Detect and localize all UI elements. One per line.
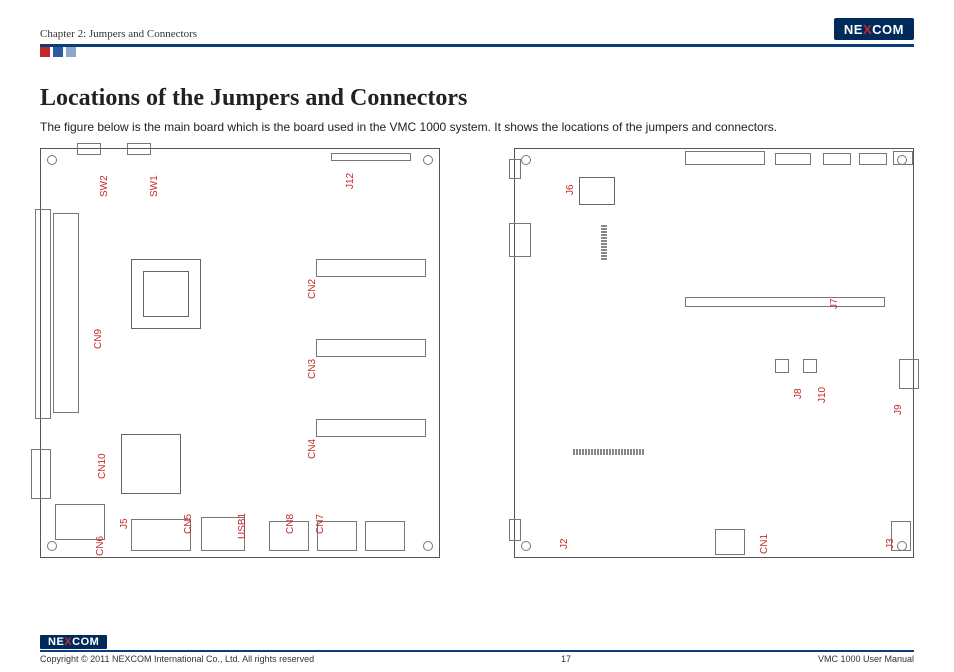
label-cn8: CN8 xyxy=(285,514,296,534)
label-j8: J8 xyxy=(793,388,804,399)
copyright: Copyright © 2011 NEXCOM International Co… xyxy=(40,654,314,664)
label-cn2: CN2 xyxy=(307,279,318,299)
footer-logo: NEXCOM xyxy=(40,635,107,649)
main-board-top-diagram: SW2 SW1 J12 CN9 CN2 CN3 CN4 CN10 J5 xyxy=(40,148,440,558)
label-cn10: CN10 xyxy=(97,453,108,479)
label-sw1: SW1 xyxy=(149,175,160,197)
label-sw2: SW2 xyxy=(99,175,110,197)
main-board-bottom-diagram: J6 J7 J8 J10 J9 J2 xyxy=(514,148,914,558)
page-number: 17 xyxy=(561,654,571,664)
label-j10: J10 xyxy=(817,387,828,403)
label-cn4: CN4 xyxy=(307,439,318,459)
intro-text: The figure below is the main board which… xyxy=(40,120,914,134)
doc-title: VMC 1000 User Manual xyxy=(818,654,914,664)
chapter-title: Chapter 2: Jumpers and Connectors xyxy=(40,28,197,40)
label-j2: J2 xyxy=(559,538,570,549)
label-cn6: CN6 xyxy=(95,536,106,556)
label-j3: J3 xyxy=(885,538,896,549)
brand-logo: NEXCOM xyxy=(834,18,914,40)
label-usb1: USB1 xyxy=(237,513,248,539)
label-j6: J6 xyxy=(565,184,576,195)
brand-post: COM xyxy=(872,22,904,37)
label-cn1: CN1 xyxy=(759,534,770,554)
label-cn7: CN7 xyxy=(315,514,326,534)
brand-x: X xyxy=(863,22,872,37)
brand-pre: NE xyxy=(844,22,863,37)
label-cn5: CN5 xyxy=(183,514,194,534)
page-footer: NEXCOM Copyright © 2011 NEXCOM Internati… xyxy=(40,632,914,664)
label-j9: J9 xyxy=(893,404,904,415)
label-j12: J12 xyxy=(345,173,356,189)
label-j5: J5 xyxy=(119,518,130,529)
decorative-dots xyxy=(40,47,914,57)
label-cn9: CN9 xyxy=(93,329,104,349)
page-heading: Locations of the Jumpers and Connectors xyxy=(40,85,914,112)
label-cn3: CN3 xyxy=(307,359,318,379)
label-j7: J7 xyxy=(829,298,840,309)
